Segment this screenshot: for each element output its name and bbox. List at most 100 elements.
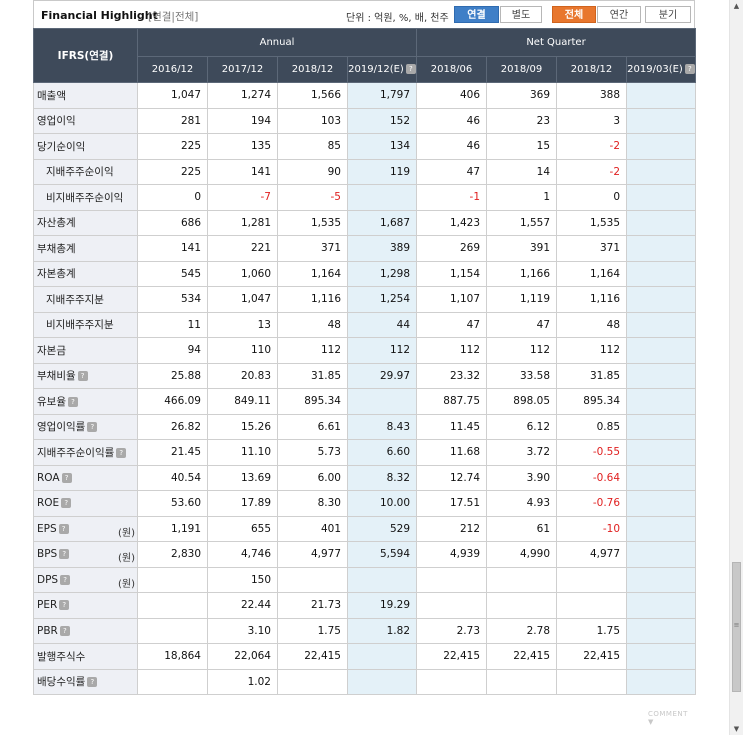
- value-cell: [626, 260, 697, 287]
- row-label-cell: PER?: [33, 592, 138, 619]
- table-row: EPS? (원) 1,191 655 401 529 212 61 -10: [33, 515, 697, 542]
- value-cell: 1,116: [556, 286, 628, 313]
- period-header: 2017/12: [207, 56, 278, 83]
- scroll-up-arrow-icon[interactable]: ▲: [730, 0, 743, 12]
- value-cell: [626, 184, 697, 211]
- value-cell: 4.93: [486, 490, 558, 517]
- unit-label: 단위 : 억원, %, 배, 천주: [346, 13, 449, 24]
- scroll-grip-icon: ≡: [733, 621, 740, 629]
- separate-button[interactable]: 별도: [500, 6, 542, 23]
- value-cell: [626, 158, 697, 185]
- info-icon[interactable]: ?: [58, 523, 69, 534]
- value-cell: 112: [556, 337, 628, 364]
- value-cell: 1.75: [556, 617, 628, 644]
- value-cell: 141: [207, 158, 278, 185]
- row-label-cell: 자산총계: [33, 209, 138, 236]
- annual-group-header: Annual: [136, 28, 418, 57]
- info-icon[interactable]: ?: [87, 677, 98, 688]
- value-cell: 1,154: [416, 260, 488, 287]
- scroll-down-arrow-icon[interactable]: ▼: [730, 723, 743, 735]
- value-cell: -1: [416, 184, 488, 211]
- value-cell: 406: [416, 82, 488, 109]
- value-cell: [626, 566, 697, 593]
- value-cell: 371: [277, 235, 348, 262]
- info-icon[interactable]: ?: [67, 396, 78, 407]
- value-cell: [626, 617, 697, 644]
- panel-header: Financial Highlight [연결|전체] 단위 : 억원, %, …: [33, 0, 695, 28]
- value-cell: [346, 668, 418, 695]
- value-cell: 389: [346, 235, 418, 262]
- value-cell: [277, 566, 348, 593]
- value-cell: 15: [486, 133, 558, 160]
- row-label: PER: [37, 599, 58, 612]
- value-cell: 1.02: [207, 668, 278, 695]
- value-cell: 3.90: [486, 464, 558, 491]
- info-icon[interactable]: ?: [61, 472, 72, 483]
- period-header: 2018/12: [277, 56, 348, 83]
- table-row: 자산총계 686 1,281 1,535 1,687 1,423 1,557 1,535: [33, 209, 697, 236]
- panel-subtitle: [연결|전체]: [148, 11, 199, 23]
- value-cell: [626, 464, 697, 491]
- info-icon[interactable]: ?: [59, 549, 70, 560]
- row-label: 영업이익: [37, 115, 76, 128]
- info-icon[interactable]: ?: [87, 422, 98, 433]
- info-icon[interactable]: ?: [59, 600, 70, 611]
- row-label: 배당수익률: [37, 676, 86, 689]
- value-cell: 4,977: [556, 541, 628, 568]
- value-cell: 3: [556, 107, 628, 134]
- row-label: 자본금: [37, 344, 66, 357]
- vertical-scrollbar[interactable]: ▲ ≡ ▼: [729, 0, 743, 735]
- value-cell: [556, 592, 628, 619]
- value-cell: 19.29: [346, 592, 418, 619]
- value-cell: 1.75: [277, 617, 348, 644]
- value-cell: [626, 515, 697, 542]
- all-button[interactable]: 전체: [552, 6, 596, 23]
- value-cell: 119: [346, 158, 418, 185]
- info-icon[interactable]: ?: [116, 447, 127, 458]
- row-label-cell: 발행주식수: [33, 643, 138, 670]
- value-cell: 11.10: [207, 439, 278, 466]
- annual-button[interactable]: 연간: [597, 6, 641, 23]
- value-cell: 0: [556, 184, 628, 211]
- info-icon[interactable]: ?: [60, 574, 71, 585]
- row-label: BPS: [37, 548, 58, 561]
- value-cell: 1,687: [346, 209, 418, 236]
- value-cell: 391: [486, 235, 558, 262]
- info-icon[interactable]: ?: [77, 371, 88, 382]
- value-cell: 1,166: [486, 260, 558, 287]
- value-cell: 1.82: [346, 617, 418, 644]
- value-cell: 3.72: [486, 439, 558, 466]
- value-cell: 3.10: [207, 617, 278, 644]
- info-icon[interactable]: ?: [59, 625, 70, 636]
- row-label: 지배주주순이익: [46, 166, 114, 179]
- info-icon[interactable]: ?: [405, 64, 416, 74]
- comment-toggle[interactable]: COMMENT ▼: [648, 710, 695, 726]
- table-row: 지배주주순이익 225 141 90 119 47 14 -2: [33, 158, 697, 185]
- info-icon[interactable]: ?: [61, 498, 72, 509]
- value-cell: 1,281: [207, 209, 278, 236]
- value-cell: 11: [137, 311, 208, 338]
- value-cell: 281: [137, 107, 208, 134]
- consolidated-button[interactable]: 연결: [454, 6, 499, 23]
- value-cell: [416, 668, 488, 695]
- row-label: 비지배주주순이익: [46, 191, 124, 204]
- value-cell: 31.85: [277, 362, 348, 389]
- value-cell: [137, 617, 208, 644]
- value-cell: 48: [277, 311, 348, 338]
- value-cell: 21.73: [277, 592, 348, 619]
- quarter-button[interactable]: 분기: [645, 6, 691, 23]
- value-cell: 655: [207, 515, 278, 542]
- value-cell: 4,977: [277, 541, 348, 568]
- row-label-cell: BPS? (원): [33, 541, 138, 568]
- value-cell: 8.32: [346, 464, 418, 491]
- value-cell: 23.32: [416, 362, 488, 389]
- value-cell: 17.89: [207, 490, 278, 517]
- value-cell: 1,254: [346, 286, 418, 313]
- value-cell: [626, 413, 697, 440]
- value-cell: 61: [486, 515, 558, 542]
- table-row: 당기순이익 225 135 85 134 46 15 -2: [33, 133, 697, 160]
- value-cell: 12.74: [416, 464, 488, 491]
- row-label-cell: 부채총계: [33, 235, 138, 262]
- row-label-cell: DPS? (원): [33, 566, 138, 593]
- info-icon[interactable]: ?: [684, 64, 695, 74]
